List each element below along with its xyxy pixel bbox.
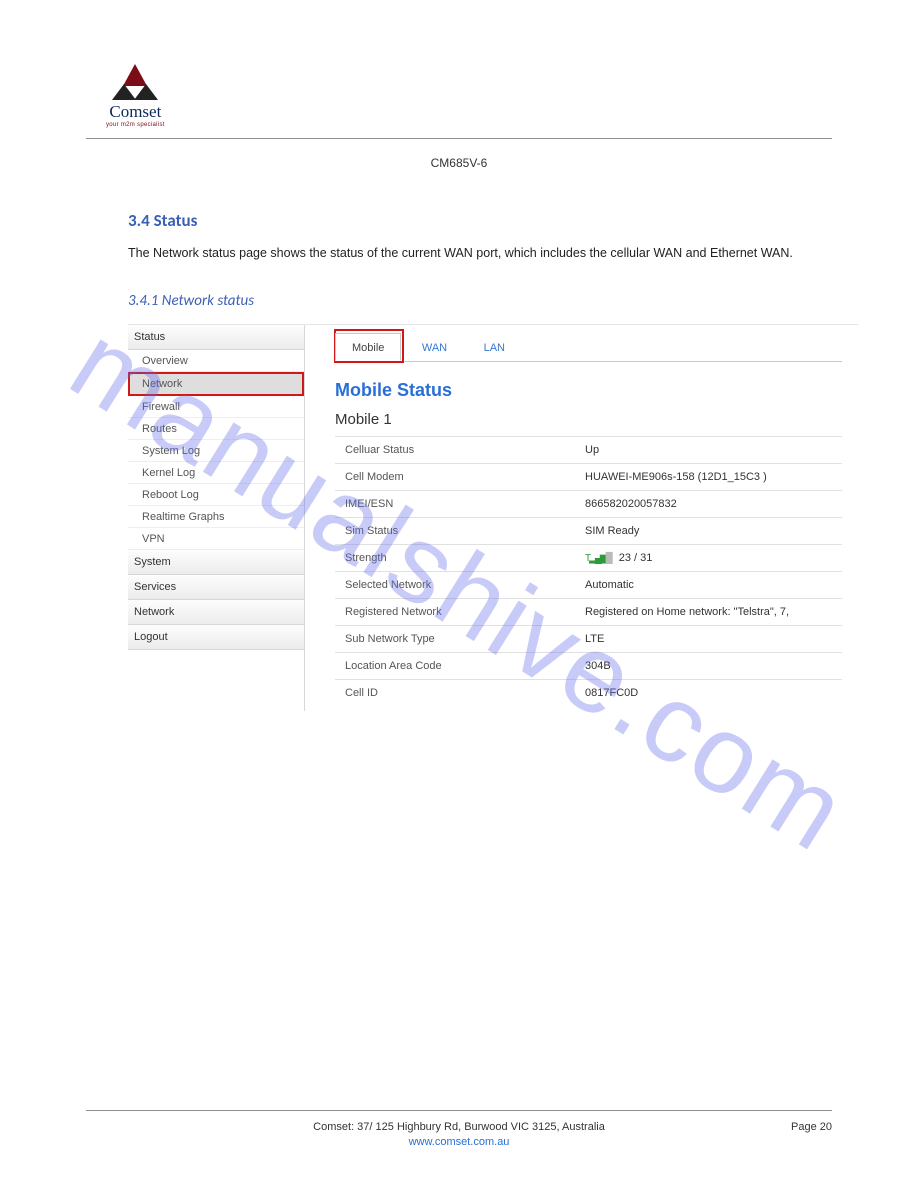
status-key: Cell Modem xyxy=(335,463,585,490)
router-ui-screenshot: Status Overview Network Firewall Routes … xyxy=(128,324,858,710)
subsection-heading: 3.4.1 Network status xyxy=(128,292,832,310)
section-paragraph: The Network status page shows the status… xyxy=(128,245,832,262)
sidebar-item-vpn[interactable]: VPN xyxy=(128,528,304,550)
footer-url: www.comset.com.au xyxy=(86,1136,832,1148)
tab-lan[interactable]: LAN xyxy=(468,334,521,362)
footer-page: Page 20 xyxy=(791,1121,832,1133)
sidebar: Status Overview Network Firewall Routes … xyxy=(128,325,305,711)
tab-bar: Mobile WAN LAN xyxy=(335,325,842,362)
status-key: Location Area Code xyxy=(335,652,585,679)
status-value: Automatic xyxy=(585,571,842,598)
status-row: IMEI/ESN866582020057832 xyxy=(335,490,842,517)
status-row: StrengthT▂▄▆█ 23 / 31 xyxy=(335,544,842,571)
tab-mobile[interactable]: Mobile xyxy=(335,333,401,361)
status-row: Registered NetworkRegistered on Home net… xyxy=(335,598,842,625)
status-key: IMEI/ESN xyxy=(335,490,585,517)
status-value: SIM Ready xyxy=(585,517,842,544)
status-value-text: 23 / 31 xyxy=(619,552,653,564)
footer-address: Comset: 37/ 125 Highbury Rd, Burwood VIC… xyxy=(86,1121,832,1133)
status-key: Selected Network xyxy=(335,571,585,598)
sidebar-item-realtime-graphs[interactable]: Realtime Graphs xyxy=(128,506,304,528)
status-row: Location Area Code304B xyxy=(335,652,842,679)
page-footer: Comset: 37/ 125 Highbury Rd, Burwood VIC… xyxy=(86,1110,832,1148)
status-row: Selected NetworkAutomatic xyxy=(335,571,842,598)
main-panel: Mobile WAN LAN Mobile Status Mobile 1 Ce… xyxy=(305,325,858,717)
signal-bars-icon: T▂▄▆█ xyxy=(585,553,611,564)
logo-triangle-icon xyxy=(112,64,158,100)
status-row: Sub Network TypeLTE xyxy=(335,625,842,652)
status-key: Cell ID xyxy=(335,679,585,706)
logo-brand: Comset xyxy=(106,102,165,122)
logo-tagline: your m2m specialist xyxy=(106,122,165,128)
status-row: Cell ID0817FC0D xyxy=(335,679,842,706)
status-key: Sim Status xyxy=(335,517,585,544)
sidebar-item-firewall[interactable]: Firewall xyxy=(128,396,304,418)
sidebar-section-status[interactable]: Status xyxy=(128,325,304,350)
sidebar-section-system[interactable]: System xyxy=(128,550,304,575)
sidebar-item-network[interactable]: Network xyxy=(128,372,304,396)
status-value: T▂▄▆█ 23 / 31 xyxy=(585,544,842,571)
status-key: Sub Network Type xyxy=(335,625,585,652)
logo: Comset your m2m specialist xyxy=(106,64,165,128)
sidebar-section-logout[interactable]: Logout xyxy=(128,625,304,650)
status-value: HUAWEI-ME906s-158 (12D1_15C3 ) xyxy=(585,463,842,490)
sidebar-item-reboot-log[interactable]: Reboot Log xyxy=(128,484,304,506)
main-title: Mobile Status xyxy=(335,380,842,401)
status-value: LTE xyxy=(585,625,842,652)
sidebar-item-routes[interactable]: Routes xyxy=(128,418,304,440)
tab-wan[interactable]: WAN xyxy=(406,334,463,362)
model-label: CM685V-6 xyxy=(86,156,832,170)
status-row: Celluar StatusUp xyxy=(335,436,842,463)
status-value: Registered on Home network: "Telstra", 7… xyxy=(585,598,842,625)
status-value: 866582020057832 xyxy=(585,490,842,517)
sidebar-section-network[interactable]: Network xyxy=(128,600,304,625)
page-header: Comset your m2m specialist xyxy=(86,64,832,139)
sidebar-section-services[interactable]: Services xyxy=(128,575,304,600)
status-value: 304B xyxy=(585,652,842,679)
status-table: Celluar StatusUpCell ModemHUAWEI-ME906s-… xyxy=(335,436,842,707)
status-key: Registered Network xyxy=(335,598,585,625)
sidebar-item-overview[interactable]: Overview xyxy=(128,350,304,372)
sidebar-item-system-log[interactable]: System Log xyxy=(128,440,304,462)
page-content: CM685V-6 3.4 Status The Network status p… xyxy=(86,150,832,710)
status-value: 0817FC0D xyxy=(585,679,842,706)
status-value: Up xyxy=(585,436,842,463)
sidebar-item-kernel-log[interactable]: Kernel Log xyxy=(128,462,304,484)
status-row: Cell ModemHUAWEI-ME906s-158 (12D1_15C3 ) xyxy=(335,463,842,490)
section-heading: 3.4 Status xyxy=(128,210,832,231)
main-subtitle: Mobile 1 xyxy=(335,411,842,428)
status-key: Strength xyxy=(335,544,585,571)
status-row: Sim StatusSIM Ready xyxy=(335,517,842,544)
status-key: Celluar Status xyxy=(335,436,585,463)
